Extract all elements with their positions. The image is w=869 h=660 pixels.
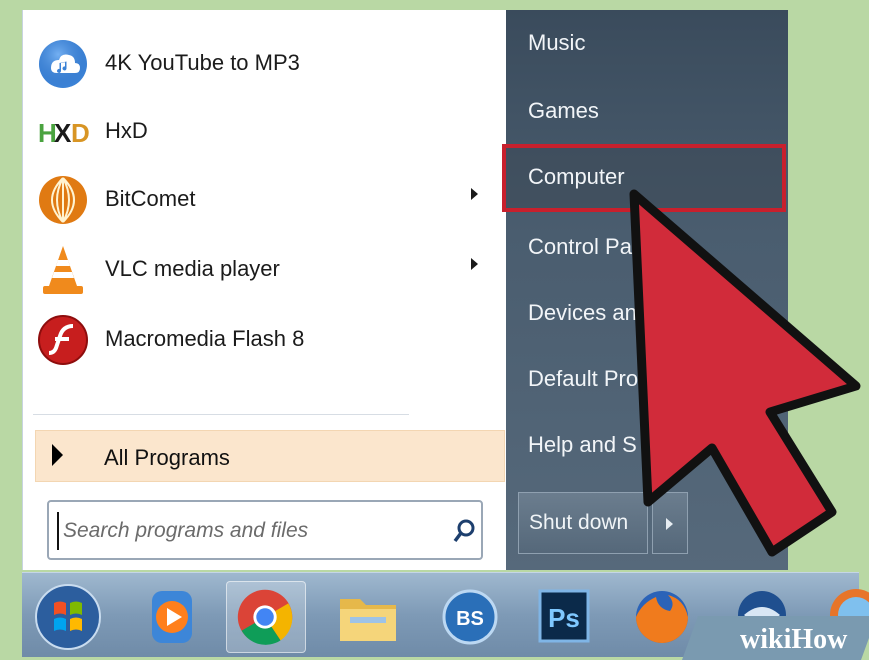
watermark-how: How: [791, 624, 848, 655]
svg-text:X: X: [54, 118, 72, 148]
chrome-taskbar-button[interactable]: [226, 581, 306, 653]
submenu-arrow-icon: [471, 188, 478, 200]
bs-player-icon[interactable]: BS: [430, 581, 510, 653]
search-box: [47, 500, 483, 560]
program-label: Macromedia Flash 8: [105, 326, 305, 351]
search-icon[interactable]: [453, 518, 477, 544]
start-menu-programs-pane: 4K YouTube to MP3 H X D HxD BitComet VLC…: [22, 10, 507, 570]
submenu-arrow-icon: [471, 258, 478, 270]
folder-icon[interactable]: [328, 581, 408, 653]
watermark-wiki: wiki: [740, 624, 792, 655]
red-arrow-pointer: [629, 189, 861, 557]
link-music[interactable]: Music: [506, 14, 788, 76]
program-label: BitComet: [105, 186, 196, 211]
vlc-icon: [43, 246, 83, 294]
start-orb-icon[interactable]: [28, 581, 108, 653]
triangle-right-icon: [52, 444, 63, 466]
svg-text:BS: BS: [456, 608, 484, 630]
program-macromedia-flash[interactable]: Macromedia Flash 8: [23, 306, 507, 372]
program-hxd[interactable]: H X D HxD: [23, 98, 507, 164]
link-label: Music: [528, 30, 586, 55]
hxd-icon: H X D: [37, 118, 89, 148]
svg-text:D: D: [71, 118, 89, 148]
link-games[interactable]: Games: [506, 82, 788, 144]
search-input[interactable]: [57, 512, 435, 550]
4k-youtube-mp3-icon: [39, 40, 87, 88]
flash-icon: [38, 315, 88, 365]
link-label: Games: [528, 98, 599, 123]
program-label: VLC media player: [105, 256, 280, 281]
program-4k-youtube-to-mp3[interactable]: 4K YouTube to MP3: [23, 30, 507, 96]
media-player-icon[interactable]: [132, 581, 212, 653]
program-label: 4K YouTube to MP3: [105, 50, 300, 75]
chrome-icon: [237, 589, 293, 645]
svg-text:Ps: Ps: [548, 603, 580, 633]
all-programs-label: All Programs: [104, 445, 230, 470]
all-programs-button[interactable]: All Programs: [35, 430, 505, 482]
photoshop-icon[interactable]: Ps: [524, 581, 604, 653]
wikihow-watermark: wikiHow: [740, 624, 847, 656]
divider: [33, 414, 409, 415]
program-label: HxD: [105, 118, 148, 143]
bitcomet-icon: [39, 176, 87, 224]
program-bitcomet[interactable]: BitComet: [23, 166, 507, 232]
program-vlc[interactable]: VLC media player: [23, 236, 507, 302]
